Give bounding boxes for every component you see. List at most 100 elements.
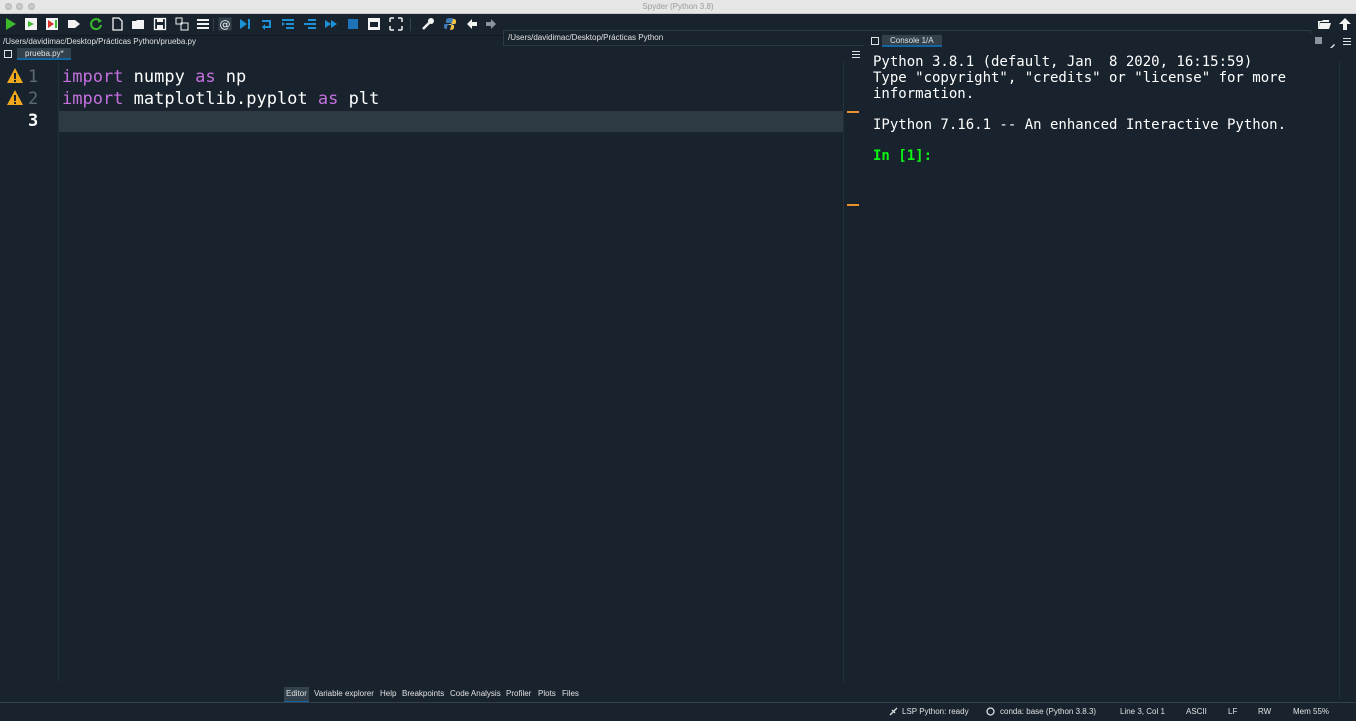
status-bar: LSP Python: ready conda: base (Python 3.… <box>0 702 1356 721</box>
maximize-icon <box>368 18 380 30</box>
stop-debug-button[interactable] <box>346 17 360 31</box>
keyword-token: import <box>62 89 124 109</box>
code-token: plt <box>338 89 380 109</box>
console-output-line: information. <box>873 86 975 102</box>
tab-editor[interactable]: Editor <box>284 687 309 702</box>
maximize-pane-button[interactable] <box>367 17 381 31</box>
console-options-menu-icon[interactable] <box>1343 38 1351 45</box>
folder-open-icon <box>1318 20 1331 29</box>
console-scrollbar[interactable] <box>1339 62 1356 700</box>
warning-icon[interactable] <box>6 67 24 85</box>
tab-variable-explorer[interactable]: Variable explorer <box>312 687 376 701</box>
line-number-current: 3 <box>28 111 39 131</box>
fullscreen-icon <box>389 17 403 31</box>
step-into-button[interactable] <box>281 17 295 31</box>
run-cell-advance-icon <box>46 18 58 30</box>
new-file-icon <box>112 17 123 31</box>
stop-icon <box>348 19 358 29</box>
at-sign-icon: @ <box>218 17 232 31</box>
console-output-line: Python 3.8.1 (default, Jan 8 2020, 16:15… <box>873 54 1253 70</box>
interrupt-kernel-icon[interactable] <box>1315 37 1322 44</box>
outline-button[interactable] <box>196 17 210 31</box>
run-selection-button[interactable] <box>67 17 81 31</box>
run-file-button[interactable] <box>3 17 17 31</box>
tab-help[interactable]: Help <box>378 687 398 701</box>
code-token: numpy <box>123 67 196 87</box>
conda-icon <box>986 707 995 716</box>
line-number: 1 <box>28 67 39 87</box>
conda-environment[interactable]: conda: base (Python 3.8.3) <box>1000 707 1096 717</box>
rerun-button[interactable] <box>89 17 103 31</box>
browse-directory-button[interactable] <box>1317 17 1331 31</box>
memory-usage: Mem 55% <box>1293 707 1330 716</box>
run-cell-button[interactable] <box>24 17 38 31</box>
console-output-line: IPython 7.16.1 -- An enhanced Interactiv… <box>873 117 1287 133</box>
fullscreen-button[interactable] <box>389 17 403 31</box>
step-return-icon <box>304 19 316 29</box>
wrench-icon <box>422 18 434 30</box>
save-file-button[interactable] <box>153 17 167 31</box>
arrow-left-icon <box>467 19 477 29</box>
arrow-right-icon <box>486 19 496 29</box>
tab-code-analysis[interactable]: Code Analysis <box>448 687 503 701</box>
folder-icon <box>132 20 144 29</box>
python-icon <box>444 18 456 30</box>
run-cell-advance-button[interactable] <box>45 17 59 31</box>
console-tab-bar: Console 1/A <box>869 34 1356 50</box>
keyword-token: import <box>62 67 124 87</box>
keyword-token: as <box>195 67 216 87</box>
file-permissions: RW <box>1258 707 1272 716</box>
current-line-highlight <box>59 111 844 132</box>
tab-prueba-py[interactable]: prueba.py* <box>17 48 71 60</box>
list-icon <box>197 19 209 29</box>
lsp-status: LSP Python: ready <box>902 707 969 716</box>
console-output-line: Type "copyright", "credits" or "license"… <box>873 70 1287 86</box>
code-token: np <box>215 67 247 87</box>
tab-profiler[interactable]: Profiler <box>504 687 533 701</box>
tab-plots[interactable]: Plots <box>536 687 558 701</box>
console-prompt[interactable]: In [1]: <box>873 148 932 164</box>
save-all-icon <box>175 17 189 31</box>
debug-button[interactable] <box>238 17 252 31</box>
clear-console-icon[interactable] <box>1328 37 1336 50</box>
editor-options-menu-icon[interactable] <box>852 51 860 58</box>
code-editor[interactable]: 1 2 3 import numpy as np import matplotl… <box>0 62 863 682</box>
run-selection-icon <box>68 20 80 28</box>
window-title: Spyder (Python 3.8) <box>642 2 714 11</box>
parent-directory-button[interactable] <box>1338 17 1352 31</box>
warning-icon[interactable] <box>6 89 24 107</box>
tab-breakpoints[interactable]: Breakpoints <box>400 687 446 701</box>
editor-tab-bar: prueba.py* <box>0 47 862 61</box>
fast-forward-icon <box>325 20 337 28</box>
pythonpath-button[interactable] <box>443 17 457 31</box>
warning-marker[interactable] <box>847 111 859 113</box>
save-all-button[interactable] <box>175 17 189 31</box>
save-icon <box>153 17 167 31</box>
forward-button[interactable] <box>484 17 498 31</box>
code-line: import matplotlib.pyplot as plt <box>62 89 379 110</box>
browse-console-tabs-icon[interactable] <box>871 37 879 45</box>
back-button[interactable] <box>465 17 479 31</box>
end-of-line: LF <box>1228 707 1238 716</box>
tab-files[interactable]: Files <box>560 687 581 701</box>
editor-scrollbar[interactable] <box>843 62 863 682</box>
ipython-console[interactable]: Python 3.8.1 (default, Jan 8 2020, 16:15… <box>869 48 1339 700</box>
open-file-button[interactable] <box>131 17 145 31</box>
step-button[interactable] <box>260 17 274 31</box>
continue-button[interactable] <box>324 17 338 31</box>
step-return-button[interactable] <box>303 17 317 31</box>
step-into-icon <box>282 19 294 29</box>
arrow-up-icon <box>1339 18 1351 30</box>
debug-icon <box>240 19 250 29</box>
tab-console-1a[interactable]: Console 1/A <box>882 35 942 47</box>
email-button[interactable]: @ <box>218 17 232 31</box>
warning-marker[interactable] <box>847 204 859 206</box>
new-file-button[interactable] <box>110 17 124 31</box>
file-encoding: ASCII <box>1186 707 1207 716</box>
browse-tabs-icon[interactable] <box>4 50 12 58</box>
preferences-button[interactable] <box>421 17 435 31</box>
lsp-status-icon <box>889 707 898 716</box>
window-title-bar: Spyder (Python 3.8) <box>0 0 1356 14</box>
refresh-icon <box>90 18 102 31</box>
pane-splitter[interactable] <box>864 34 868 702</box>
